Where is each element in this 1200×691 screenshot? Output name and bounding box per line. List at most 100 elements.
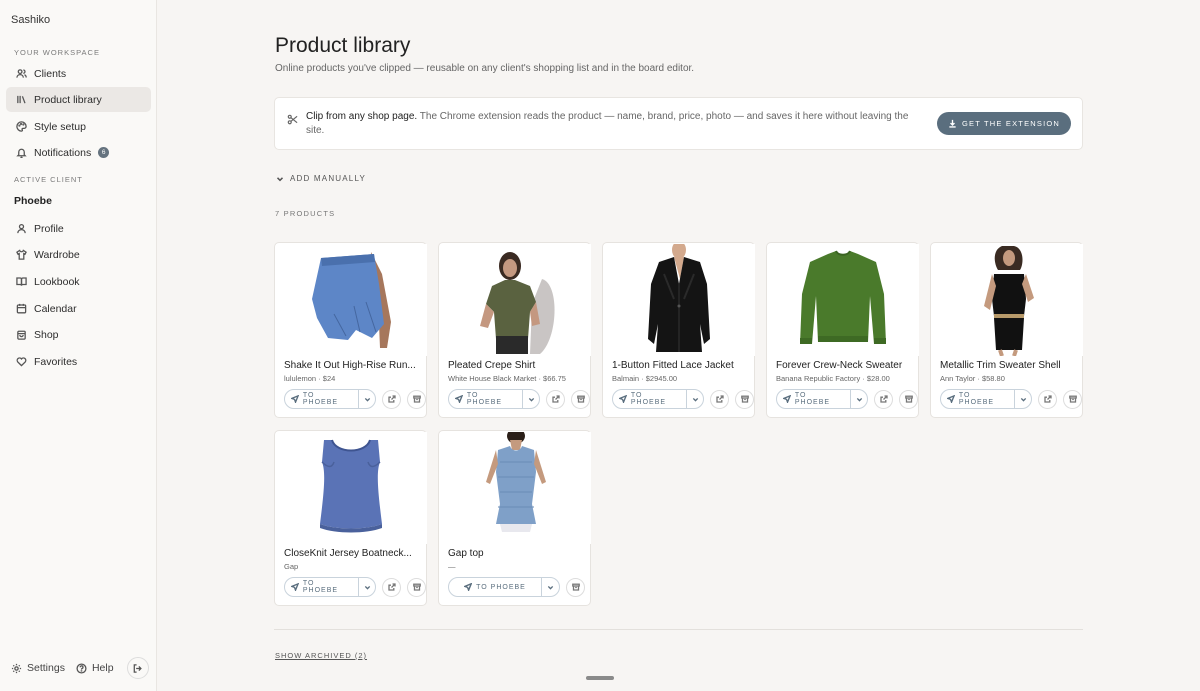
product-image[interactable] xyxy=(768,244,919,356)
get-extension-button[interactable]: GET THE EXTENSION xyxy=(937,112,1071,135)
product-name[interactable]: Pleated Crepe Shirt xyxy=(448,360,586,371)
product-name[interactable]: CloseKnit Jersey Boatneck... xyxy=(284,548,422,559)
send-icon xyxy=(947,395,955,403)
product-count: 7 PRODUCTS xyxy=(275,209,336,218)
open-external-button[interactable] xyxy=(874,389,894,409)
send-to-client-main[interactable]: TO PHOEBE xyxy=(285,578,358,596)
gear-icon xyxy=(11,663,22,673)
sidebar-item-style-setup[interactable]: Style setup xyxy=(6,114,151,139)
sidebar-item-wardrobe[interactable]: Wardrobe xyxy=(6,242,151,267)
archive-button[interactable] xyxy=(407,389,426,409)
send-options-dropdown[interactable] xyxy=(1013,390,1032,408)
archive-button[interactable] xyxy=(899,389,918,409)
library-icon xyxy=(15,94,27,106)
archive-button[interactable] xyxy=(407,577,426,597)
send-options-dropdown[interactable] xyxy=(521,390,540,408)
calendar-icon xyxy=(15,303,27,315)
logout-button[interactable] xyxy=(126,657,149,679)
product-card[interactable]: 1-Button Fitted Lace Jacket Balmain · $29… xyxy=(602,242,755,418)
product-actions: TO PHOEBE xyxy=(940,389,1082,409)
sidebar-item-lookbook[interactable]: Lookbook xyxy=(6,269,151,294)
archive-button[interactable] xyxy=(735,389,754,409)
send-to-client-button[interactable]: TO PHOEBE xyxy=(612,389,705,409)
open-external-button[interactable] xyxy=(710,389,730,409)
product-card[interactable]: Metallic Trim Sweater Shell Ann Taylor · … xyxy=(930,242,1083,418)
sidebar-item-clients[interactable]: Clients xyxy=(6,61,151,86)
product-image[interactable] xyxy=(440,244,591,356)
archive-icon xyxy=(412,583,421,591)
product-card[interactable]: CloseKnit Jersey Boatneck... Gap TO PHOEBE xyxy=(274,430,427,606)
settings-link[interactable]: Settings xyxy=(11,662,65,674)
send-options-dropdown[interactable] xyxy=(849,390,868,408)
sidebar-item-profile[interactable]: Profile xyxy=(6,216,151,241)
send-options-dropdown[interactable] xyxy=(685,390,704,408)
product-actions: TO PHOEBE xyxy=(612,389,754,409)
divider xyxy=(274,629,1083,630)
extension-banner: Clip from any shop page. The Chrome exte… xyxy=(274,97,1083,150)
send-options-dropdown[interactable] xyxy=(357,578,376,596)
send-to-client-button[interactable]: TO PHOEBE xyxy=(284,577,377,597)
product-card[interactable]: Shake It Out High-Rise Run... lululemon ·… xyxy=(274,242,427,418)
product-card[interactable]: Pleated Crepe Shirt White House Black Mar… xyxy=(438,242,591,418)
main-content: Product library Online products you've c… xyxy=(157,0,1200,691)
sidebar-item-favorites[interactable]: Favorites xyxy=(6,349,151,374)
product-name[interactable]: Metallic Trim Sweater Shell xyxy=(940,360,1078,371)
archive-icon xyxy=(412,395,421,403)
sidebar-item-label: Calendar xyxy=(34,302,77,315)
open-external-button[interactable] xyxy=(1038,389,1058,409)
product-name[interactable]: 1-Button Fitted Lace Jacket xyxy=(612,360,750,371)
send-icon xyxy=(783,395,791,403)
add-manually-toggle[interactable]: ADD MANUALLY xyxy=(276,174,366,183)
product-name[interactable]: Shake It Out High-Rise Run... xyxy=(284,360,422,371)
send-options-dropdown[interactable] xyxy=(541,578,559,596)
product-name[interactable]: Forever Crew-Neck Sweater xyxy=(776,360,914,371)
product-image[interactable] xyxy=(276,244,427,356)
send-to-client-main[interactable]: TO PHOEBE xyxy=(613,390,686,408)
banner-lead: Clip from any shop page. xyxy=(306,111,418,122)
product-name[interactable]: Gap top xyxy=(448,548,586,559)
archive-button[interactable] xyxy=(1063,389,1082,409)
product-image[interactable] xyxy=(932,244,1083,356)
send-to-client-label: TO PHOEBE xyxy=(794,392,831,406)
send-to-client-button[interactable]: TO PHOEBE xyxy=(448,389,541,409)
send-to-client-button[interactable]: TO PHOEBE xyxy=(448,577,560,597)
add-manually-label: ADD MANUALLY xyxy=(290,174,367,183)
get-extension-label: GET THE EXTENSION xyxy=(961,119,1061,128)
open-external-button[interactable] xyxy=(382,577,402,597)
archive-icon xyxy=(904,395,913,403)
logout-icon xyxy=(133,663,142,673)
product-meta: lululemon · $24 xyxy=(284,374,336,383)
help-label: Help xyxy=(91,662,114,674)
sidebar-item-product-library[interactable]: Product library xyxy=(6,87,151,112)
send-to-client-button[interactable]: TO PHOEBE xyxy=(776,389,869,409)
archive-button[interactable] xyxy=(571,389,590,409)
product-image[interactable] xyxy=(440,432,591,544)
sidebar-item-notifications[interactable]: Notifications 6 xyxy=(6,140,151,165)
open-external-button[interactable] xyxy=(382,389,402,409)
product-meta: Banana Republic Factory · $28.00 xyxy=(776,374,890,383)
send-to-client-button[interactable]: TO PHOEBE xyxy=(284,389,377,409)
scroll-handle[interactable] xyxy=(586,676,614,680)
download-icon xyxy=(949,119,956,128)
send-to-client-main[interactable]: TO PHOEBE xyxy=(449,578,541,596)
open-external-button[interactable] xyxy=(546,389,566,409)
send-options-dropdown[interactable] xyxy=(357,390,376,408)
send-icon xyxy=(619,395,627,403)
external-link-icon xyxy=(880,395,888,403)
show-archived-link[interactable]: SHOW ARCHIVED (2) xyxy=(275,651,367,660)
archive-button[interactable] xyxy=(566,577,585,597)
product-card[interactable]: Gap top — TO PHOEBE xyxy=(438,430,591,606)
heart-icon xyxy=(15,356,27,368)
send-to-client-main[interactable]: TO PHOEBE xyxy=(449,390,522,408)
send-to-client-main[interactable]: TO PHOEBE xyxy=(777,390,850,408)
send-to-client-button[interactable]: TO PHOEBE xyxy=(940,389,1033,409)
help-link[interactable]: Help xyxy=(76,662,114,674)
sidebar-item-calendar[interactable]: Calendar xyxy=(6,296,151,321)
send-to-client-main[interactable]: TO PHOEBE xyxy=(285,390,358,408)
archive-icon xyxy=(571,583,580,591)
send-to-client-main[interactable]: TO PHOEBE xyxy=(941,390,1014,408)
sidebar-item-shop[interactable]: Shop xyxy=(6,322,151,347)
product-image[interactable] xyxy=(604,244,755,356)
product-card[interactable]: Forever Crew-Neck Sweater Banana Republic… xyxy=(766,242,919,418)
product-image[interactable] xyxy=(276,432,427,544)
